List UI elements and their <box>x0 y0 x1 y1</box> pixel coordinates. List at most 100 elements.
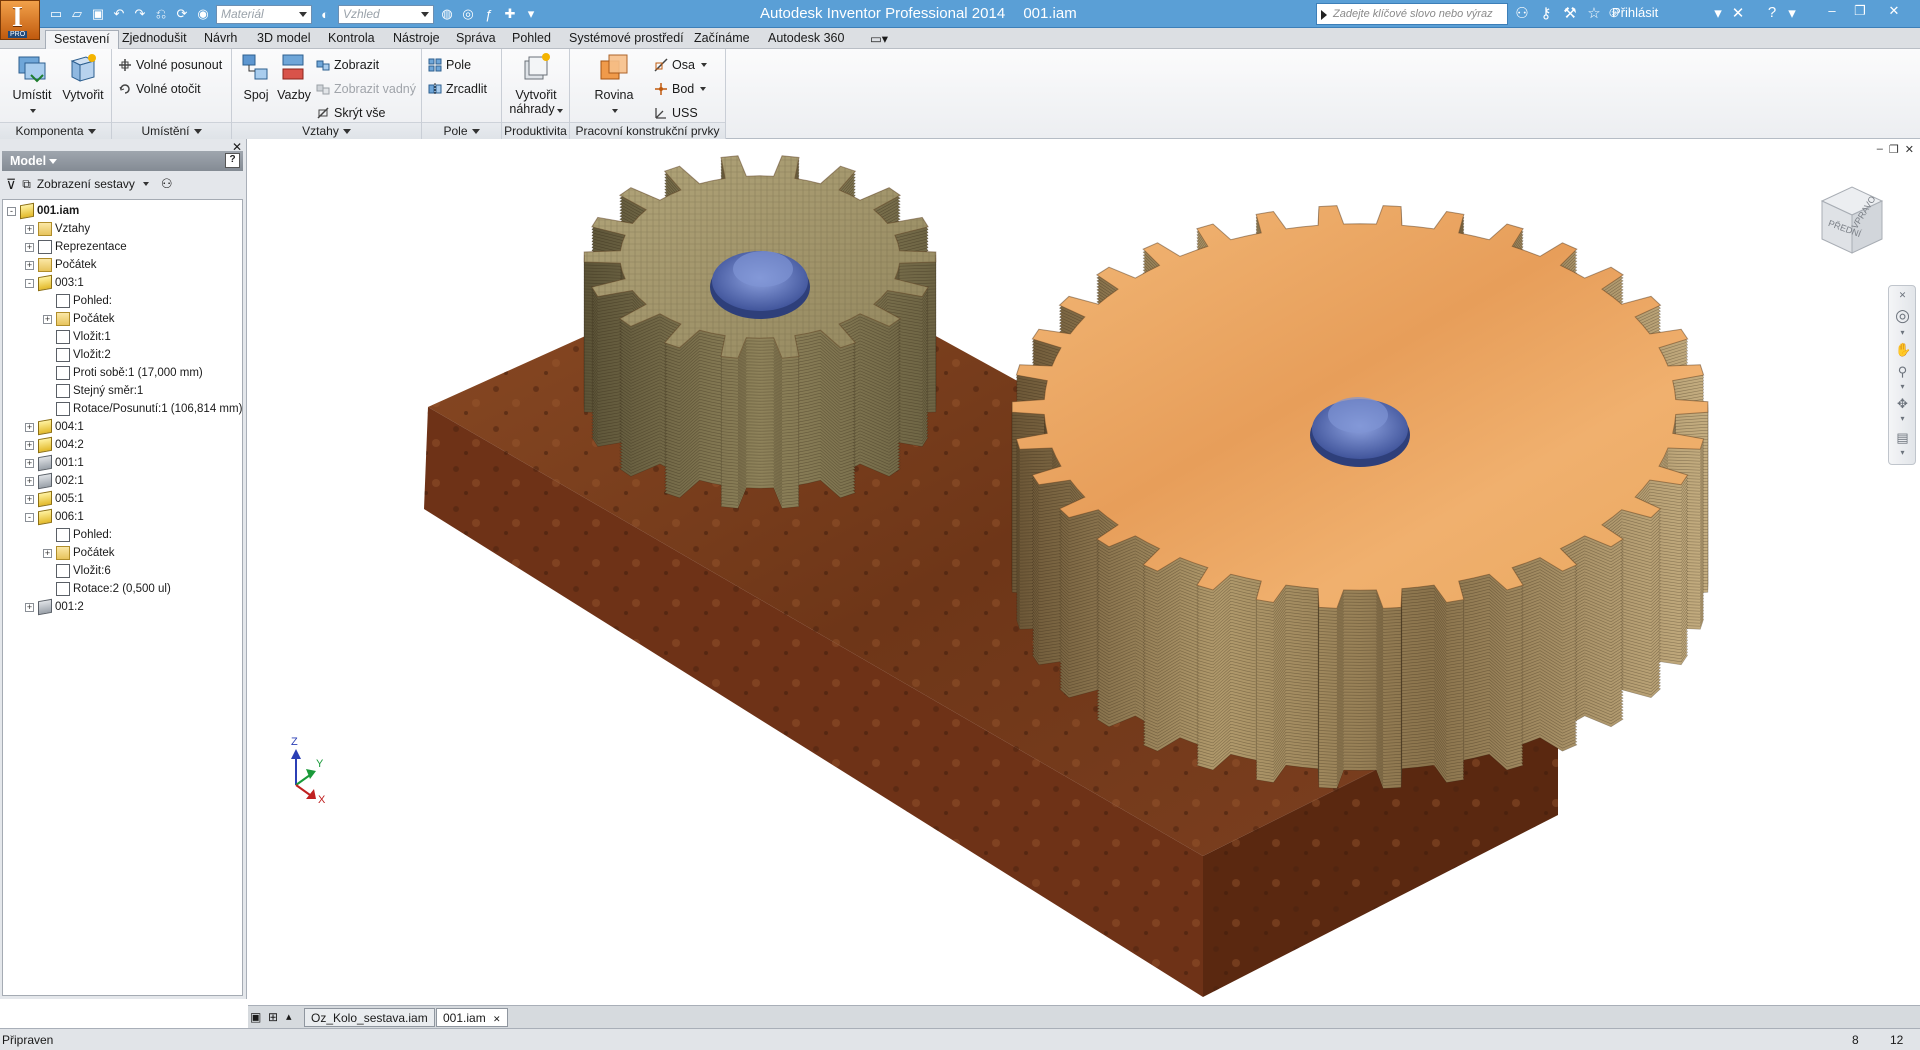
vytvorit-nahrady-button[interactable]: Vytvořit náhrady <box>508 51 564 116</box>
tree-node[interactable]: + Počátek <box>43 310 115 328</box>
fx-icon[interactable]: ƒ <box>481 6 497 22</box>
expand-icon[interactable]: + <box>43 548 52 558</box>
rovina-button[interactable]: Rovina <box>592 51 636 116</box>
browser-header[interactable]: Model ? <box>2 151 243 171</box>
orbit-icon[interactable]: ✥ <box>1895 396 1910 411</box>
skryt-vse-button[interactable]: Skrýt vše <box>316 103 385 123</box>
browser-help-icon[interactable]: ? <box>225 153 240 168</box>
tab-kontrola[interactable]: Kontrola <box>320 30 383 49</box>
doc-tab-close-icon[interactable]: ✕ <box>493 1014 501 1024</box>
expand-icon[interactable]: + <box>25 422 34 432</box>
clear-appearance-icon[interactable]: ◎ <box>460 6 476 22</box>
tree-node[interactable]: Vložit:6 <box>43 562 111 580</box>
viewcube[interactable]: PŘEDNÍ VPRAVO <box>1812 181 1892 261</box>
zoom-dropdown-icon[interactable]: ▾ <box>1895 382 1910 397</box>
find-icon[interactable]: ⚇ <box>161 176 173 192</box>
tree-node[interactable]: - 006:1 <box>25 508 84 526</box>
look-at-icon[interactable]: ▤ <box>1895 430 1910 445</box>
tree-node[interactable]: Vložit:1 <box>43 328 111 346</box>
tree-node[interactable]: Pohled: <box>43 292 112 310</box>
select-icon[interactable]: ◉ <box>195 6 211 22</box>
ribbon-options-icon[interactable]: ▭▾ <box>862 30 896 49</box>
signin-dropdown-icon[interactable]: ▾ <box>1708 4 1728 24</box>
expand-icon[interactable]: + <box>25 224 34 234</box>
expand-icon[interactable]: + <box>25 242 34 252</box>
tab-zjednodusit[interactable]: Zjednodušit <box>114 30 195 49</box>
expand-icon[interactable]: + <box>25 494 34 504</box>
zobrazit-button[interactable]: Zobrazit <box>316 55 379 75</box>
key-icon[interactable]: ⚷ <box>1536 4 1556 24</box>
panel-pole-label[interactable]: Pole <box>422 122 501 139</box>
collapse-icon[interactable]: - <box>7 206 16 216</box>
search-input[interactable]: Zadejte klíčové slovo nebo výraz <box>1316 3 1508 25</box>
adjust-icon[interactable]: ◍ <box>439 6 455 22</box>
orbit-dropdown-icon[interactable]: ▾ <box>1895 414 1910 429</box>
appearance-combo[interactable]: Vzhled <box>338 4 434 24</box>
undo-icon[interactable]: ↶ <box>111 6 127 22</box>
osa-dropdown-icon[interactable] <box>700 63 707 67</box>
search-expand-icon[interactable] <box>1321 10 1327 20</box>
vp-restore-icon[interactable]: ❐ <box>1889 143 1899 156</box>
redo-icon[interactable]: ↷ <box>132 6 148 22</box>
tree-node[interactable]: Pohled: <box>43 526 112 544</box>
expand-icon[interactable]: + <box>25 476 34 486</box>
expand-icon[interactable]: + <box>43 314 52 324</box>
expand-icon[interactable]: + <box>25 260 34 270</box>
help-icon[interactable]: ? <box>1762 4 1782 24</box>
tree-node[interactable]: +005:1 <box>25 490 84 508</box>
umistit-dropdown-icon[interactable] <box>30 109 36 113</box>
tab-zaciname[interactable]: Začínáme <box>686 30 758 49</box>
volne-posunout-button[interactable]: Volné posunout <box>118 55 222 75</box>
bod-button[interactable]: Bod <box>654 79 707 99</box>
tree-node[interactable]: + Počátek <box>25 256 97 274</box>
tab-navrh[interactable]: Návrh <box>196 30 245 49</box>
signin-link[interactable]: Přihlásit <box>1612 5 1658 20</box>
vytvorit-button[interactable]: Vytvořit <box>60 51 106 102</box>
wheel-dropdown-icon[interactable]: ▾ <box>1895 328 1910 343</box>
tree-node[interactable]: Proti sobě:1 (17,000 mm) <box>43 364 203 382</box>
view-mode-dropdown-icon[interactable] <box>142 182 149 186</box>
steering-wheel-icon[interactable]: ◎ <box>1895 306 1910 325</box>
vazby-button[interactable]: Vazby <box>274 51 314 102</box>
tab-pohled[interactable]: Pohled <box>504 30 559 49</box>
save-icon[interactable]: ▣ <box>90 6 106 22</box>
collapse-icon[interactable]: - <box>25 512 34 522</box>
panel-umisteni-label[interactable]: Umístění <box>112 122 231 139</box>
panel-komponenta-label[interactable]: Komponenta <box>0 122 111 139</box>
view-mode-dropdown[interactable]: Zobrazení sestavy <box>37 177 135 191</box>
new-icon[interactable]: ▭ <box>48 6 64 22</box>
tab-nastroje[interactable]: Nástroje <box>385 30 448 49</box>
volne-otocit-button[interactable]: Volné otočit <box>118 79 201 99</box>
tools-icon[interactable]: ⚒ <box>1560 4 1580 24</box>
tree-node[interactable]: +001:1 <box>25 454 84 472</box>
spoj-button[interactable]: Spoj <box>238 51 274 102</box>
large-gear[interactable] <box>1011 205 1709 789</box>
navbar-options-icon[interactable]: ▾ <box>1895 448 1910 463</box>
help-dropdown-icon[interactable]: ▾ <box>1782 4 1802 24</box>
tab-autodesk-360[interactable]: Autodesk 360 <box>760 30 852 49</box>
umistit-button[interactable]: Umístit <box>10 51 54 116</box>
open-documents-icon[interactable]: ▴ <box>286 1010 292 1023</box>
tree-node[interactable]: + Vztahy <box>25 220 90 238</box>
zrcadlit-button[interactable]: Zrcadlit <box>428 79 487 99</box>
tab-3d-model[interactable]: 3D model <box>249 30 319 49</box>
minimize-icon[interactable]: – <box>1818 3 1846 23</box>
panel-vztahy-label[interactable]: Vztahy <box>232 122 421 139</box>
tree-node[interactable]: - 003:1 <box>25 274 84 292</box>
zobrazit-vadny-button[interactable]: Zobrazit vadný <box>316 79 416 99</box>
small-gear-hub[interactable] <box>710 251 810 319</box>
tree-node[interactable]: - 001.iam <box>7 202 79 220</box>
open-icon[interactable]: ▱ <box>69 6 85 22</box>
update-icon[interactable]: ⟳ <box>174 6 190 22</box>
application-menu-button[interactable]: I PRO <box>0 0 40 40</box>
arrange-icon[interactable]: ⊞ <box>268 1010 278 1024</box>
tree-node[interactable]: Stejný směr:1 <box>43 382 143 400</box>
navbar-close-icon[interactable]: ✕ <box>1895 290 1910 305</box>
tab-sprava[interactable]: Správa <box>448 30 504 49</box>
expand-icon[interactable]: + <box>25 602 34 612</box>
doc-tab-001[interactable]: 001.iam ✕ <box>436 1008 508 1027</box>
zoom-icon[interactable]: ⚲ <box>1895 364 1910 379</box>
vp-minimize-icon[interactable]: – <box>1877 143 1883 156</box>
tree-node[interactable]: + Reprezentace <box>25 238 127 256</box>
close-icon[interactable]: ✕ <box>1880 3 1908 23</box>
